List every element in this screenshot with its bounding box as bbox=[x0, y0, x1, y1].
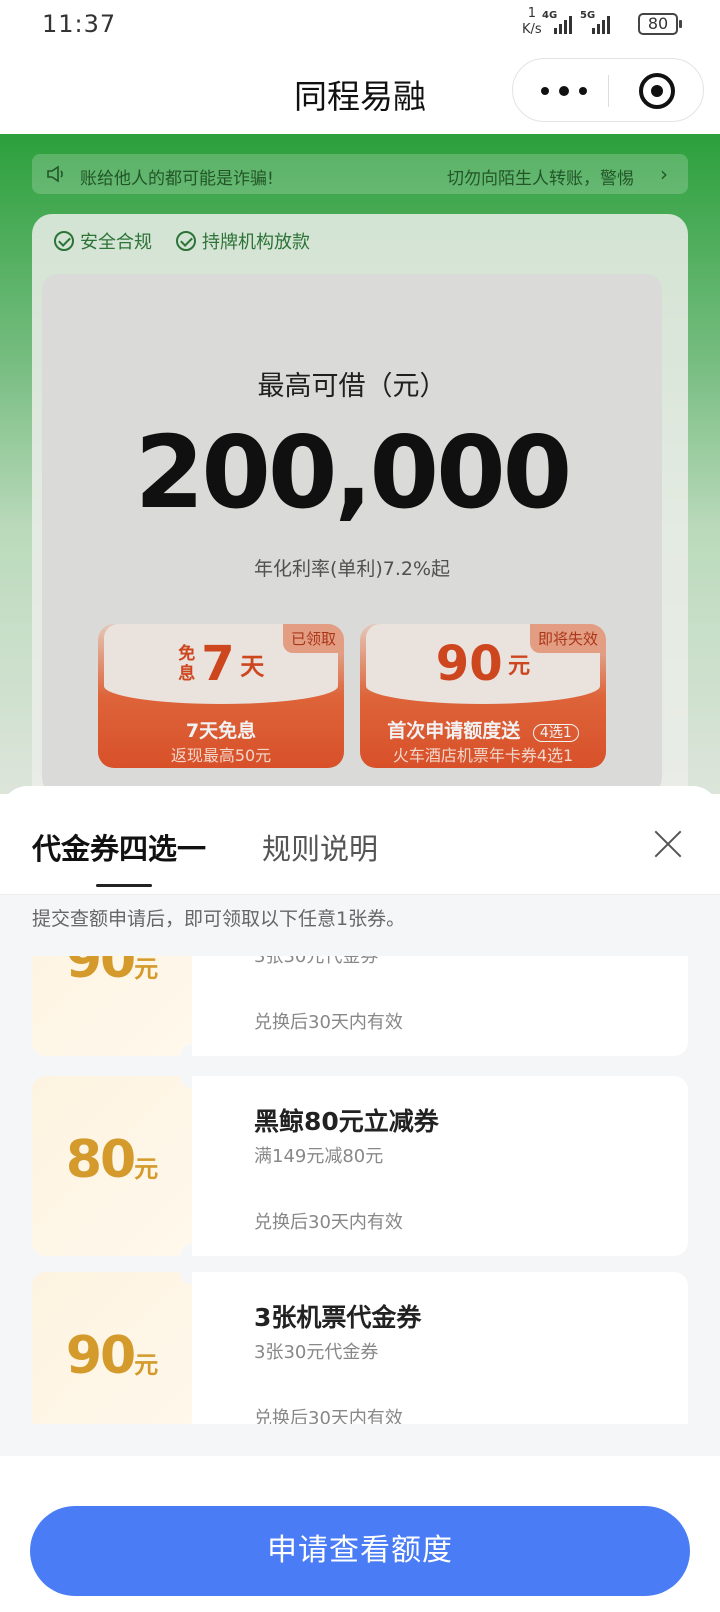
modal-mask[interactable] bbox=[0, 134, 720, 794]
coupon-value: 80元 bbox=[65, 1130, 159, 1190]
sheet-footer: 申请查看额度 bbox=[0, 1456, 720, 1612]
coupon-desc: 3张30元代金券 bbox=[254, 1342, 379, 1363]
clock: 11:37 bbox=[42, 10, 117, 38]
sheet-header: 代金券四选一 规则说明 bbox=[0, 786, 720, 894]
tab-indicator bbox=[96, 884, 152, 887]
coupon-value: 90元 bbox=[65, 1326, 159, 1386]
coupon-card[interactable]: 80元 黑鲸80元立减券 满149元减80元 兑换后30天内有效 bbox=[32, 1064, 688, 1268]
signal-5g-icon: 5G bbox=[580, 10, 610, 34]
nav-bar: 同程易融 bbox=[0, 50, 720, 134]
coupon-name: 黑鲸80元立减券 bbox=[254, 1107, 439, 1136]
coupon-name: 3张机票代金券 bbox=[254, 1303, 422, 1332]
sheet-tip: 提交查额申请后，即可领取以下任意1张券。 bbox=[0, 894, 720, 942]
mini-program-capsule bbox=[512, 58, 704, 122]
coupon-value: 90元 bbox=[65, 956, 159, 990]
tab-rules[interactable]: 规则说明 bbox=[262, 826, 378, 868]
battery-icon: 80 bbox=[638, 13, 682, 35]
coupon-card[interactable]: 90元 3张30元代金券 兑换后30天内有效 bbox=[32, 956, 688, 1068]
coupon-list[interactable]: 90元 3张30元代金券 兑换后30天内有效 80元 黑鲸80元立减券 满149… bbox=[0, 956, 720, 1424]
close-icon[interactable] bbox=[652, 828, 684, 860]
signal-4g-icon: 4G bbox=[542, 10, 572, 34]
apply-check-limit-button[interactable]: 申请查看额度 bbox=[30, 1506, 690, 1596]
coupon-desc: 满149元减80元 bbox=[254, 1146, 384, 1167]
coupon-validity: 兑换后30天内有效 bbox=[254, 1012, 403, 1033]
status-bar: 11:37 1 K/s 4G 5G 80 bbox=[0, 0, 720, 50]
network-speed: 1 K/s bbox=[522, 6, 542, 37]
coupon-validity: 兑换后30天内有效 bbox=[254, 1212, 403, 1233]
capsule-divider bbox=[608, 75, 609, 107]
coupon-validity: 兑换后30天内有效 bbox=[254, 1408, 403, 1424]
tab-coupon-choice[interactable]: 代金券四选一 bbox=[32, 826, 206, 868]
coupon-desc: 3张30元代金券 bbox=[254, 956, 379, 967]
close-miniprogram-icon[interactable] bbox=[639, 73, 675, 109]
more-icon[interactable] bbox=[541, 77, 601, 103]
coupon-card[interactable]: 90元 3张机票代金券 3张30元代金券 兑换后30天内有效 bbox=[32, 1260, 688, 1424]
